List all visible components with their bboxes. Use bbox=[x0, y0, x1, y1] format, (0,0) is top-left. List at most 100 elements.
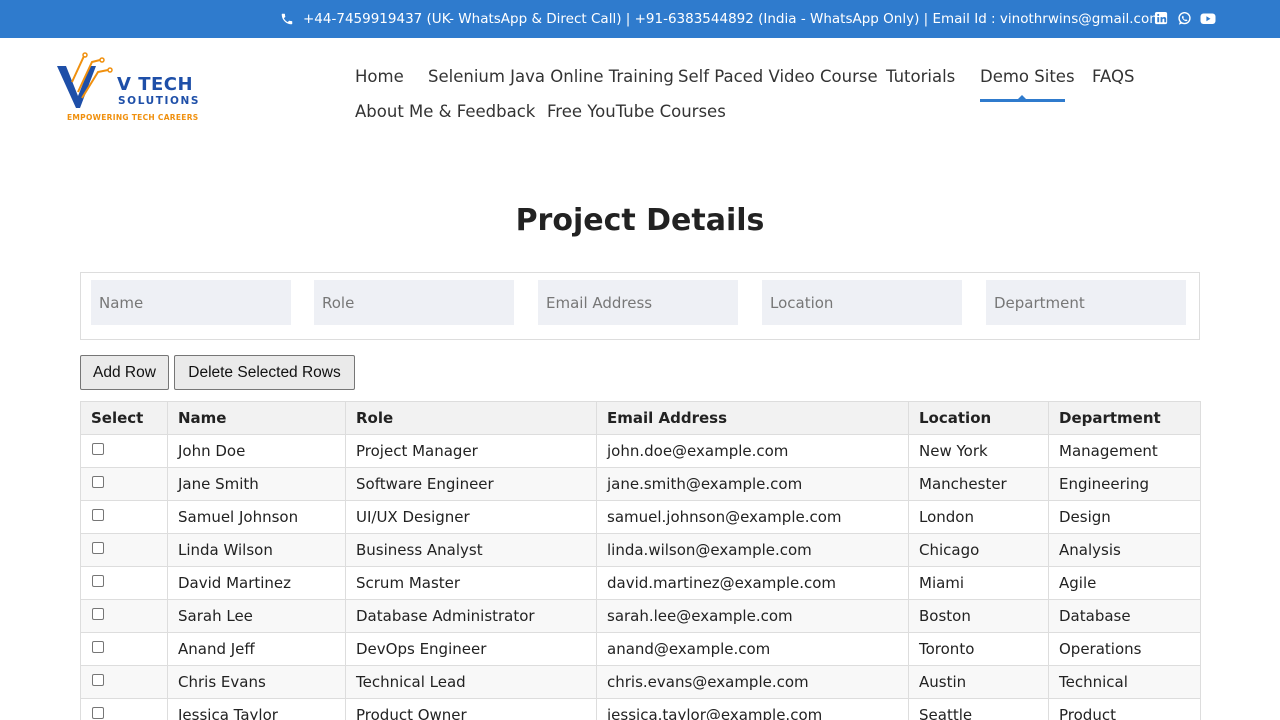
cell-location: Toronto bbox=[908, 632, 1049, 666]
cell-name: Linda Wilson bbox=[167, 533, 346, 567]
row-select-checkbox[interactable] bbox=[92, 640, 104, 653]
cell-department: Engineering bbox=[1048, 467, 1201, 501]
cell-department: Database bbox=[1048, 599, 1201, 633]
select-cell bbox=[80, 632, 168, 666]
table-row: Chris Evans Technical Lead chris.evans@e… bbox=[80, 665, 1201, 699]
header-email: Email Address bbox=[596, 401, 909, 435]
site-logo[interactable]: V TECH SOLUTIONS EMPOWERING TECH CAREERS bbox=[56, 52, 216, 124]
table-row: Anand Jeff DevOps Engineer anand@example… bbox=[80, 632, 1201, 666]
select-cell bbox=[80, 698, 168, 720]
youtube-icon[interactable] bbox=[1200, 11, 1216, 26]
phone-icon bbox=[280, 12, 294, 26]
whatsapp-icon[interactable] bbox=[1177, 11, 1192, 26]
cell-name: Anand Jeff bbox=[167, 632, 346, 666]
header-role: Role bbox=[345, 401, 597, 435]
cell-name: Jane Smith bbox=[167, 467, 346, 501]
row-select-checkbox[interactable] bbox=[92, 442, 104, 455]
cell-name: Jessica Taylor bbox=[167, 698, 346, 720]
logo-subtitle: SOLUTIONS bbox=[118, 95, 201, 107]
nav-about-me-feedback[interactable]: About Me & Feedback bbox=[355, 102, 535, 121]
cell-role: Business Analyst bbox=[345, 533, 597, 567]
select-cell bbox=[80, 665, 168, 699]
header-department: Department bbox=[1048, 401, 1201, 435]
cell-location: Chicago bbox=[908, 533, 1049, 567]
add-row-button[interactable]: Add Row bbox=[80, 355, 169, 390]
cell-email: jane.smith@example.com bbox=[596, 467, 909, 501]
page-title: Project Details bbox=[515, 203, 765, 238]
nav-free-youtube-courses[interactable]: Free YouTube Courses bbox=[547, 102, 726, 121]
header-select: Select bbox=[80, 401, 168, 435]
row-select-checkbox[interactable] bbox=[92, 508, 104, 521]
department-input[interactable] bbox=[986, 280, 1186, 325]
table-row: Samuel Johnson UI/UX Designer samuel.joh… bbox=[80, 500, 1201, 534]
cell-location: London bbox=[908, 500, 1049, 534]
select-cell bbox=[80, 500, 168, 534]
select-cell bbox=[80, 533, 168, 567]
table-row: Jessica Taylor Product Owner jessica.tay… bbox=[80, 698, 1201, 720]
cell-role: Database Administrator bbox=[345, 599, 597, 633]
cell-name: Sarah Lee bbox=[167, 599, 346, 633]
active-nav-underline bbox=[980, 99, 1065, 102]
row-select-checkbox[interactable] bbox=[92, 541, 104, 554]
cell-email: john.doe@example.com bbox=[596, 434, 909, 468]
cell-email: chris.evans@example.com bbox=[596, 665, 909, 699]
cell-role: Product Owner bbox=[345, 698, 597, 720]
select-cell bbox=[80, 434, 168, 468]
contact-text: +44-7459919437 (UK- WhatsApp & Direct Ca… bbox=[303, 11, 1163, 27]
cell-name: John Doe bbox=[167, 434, 346, 468]
top-contact-bar: +44-7459919437 (UK- WhatsApp & Direct Ca… bbox=[0, 0, 1280, 38]
row-select-checkbox[interactable] bbox=[92, 607, 104, 620]
nav-tutorials[interactable]: Tutorials bbox=[886, 67, 955, 86]
cell-email: david.martinez@example.com bbox=[596, 566, 909, 600]
cell-location: Miami bbox=[908, 566, 1049, 600]
cell-department: Product bbox=[1048, 698, 1201, 720]
header-name: Name bbox=[167, 401, 346, 435]
cell-location: Boston bbox=[908, 599, 1049, 633]
linkedin-icon[interactable] bbox=[1154, 11, 1169, 26]
social-links bbox=[1154, 11, 1216, 26]
table-row: Jane Smith Software Engineer jane.smith@… bbox=[80, 467, 1201, 501]
cell-role: Software Engineer bbox=[345, 467, 597, 501]
nav-demo-sites[interactable]: Demo Sites bbox=[980, 67, 1075, 86]
cell-department: Analysis bbox=[1048, 533, 1201, 567]
cell-role: Project Manager bbox=[345, 434, 597, 468]
table-row: David Martinez Scrum Master david.martin… bbox=[80, 566, 1201, 600]
cell-department: Agile bbox=[1048, 566, 1201, 600]
cell-location: Austin bbox=[908, 665, 1049, 699]
table-row: John Doe Project Manager john.doe@exampl… bbox=[80, 434, 1201, 468]
cell-location: New York bbox=[908, 434, 1049, 468]
logo-brand: V TECH bbox=[117, 74, 194, 95]
cell-role: Technical Lead bbox=[345, 665, 597, 699]
nav-self-paced-video-course[interactable]: Self Paced Video Course bbox=[678, 67, 878, 86]
cell-name: Chris Evans bbox=[167, 665, 346, 699]
add-project-form bbox=[80, 272, 1200, 340]
cell-role: UI/UX Designer bbox=[345, 500, 597, 534]
role-input[interactable] bbox=[314, 280, 514, 325]
location-input[interactable] bbox=[762, 280, 962, 325]
cell-email: samuel.johnson@example.com bbox=[596, 500, 909, 534]
logo-tagline: EMPOWERING TECH CAREERS bbox=[67, 113, 199, 122]
row-select-checkbox[interactable] bbox=[92, 673, 104, 686]
row-select-checkbox[interactable] bbox=[92, 706, 104, 719]
select-cell bbox=[80, 599, 168, 633]
cell-department: Technical bbox=[1048, 665, 1201, 699]
delete-selected-rows-button[interactable]: Delete Selected Rows bbox=[174, 355, 355, 390]
row-select-checkbox[interactable] bbox=[92, 574, 104, 587]
project-table: Select Name Role Email Address Location … bbox=[80, 401, 1201, 720]
nav-selenium-java-training[interactable]: Selenium Java Online Training bbox=[428, 67, 674, 86]
table-header-row: Select Name Role Email Address Location … bbox=[80, 401, 1201, 435]
cell-department: Design bbox=[1048, 500, 1201, 534]
nav-home[interactable]: Home bbox=[355, 67, 404, 86]
row-select-checkbox[interactable] bbox=[92, 475, 104, 488]
cell-email: anand@example.com bbox=[596, 632, 909, 666]
email-input[interactable] bbox=[538, 280, 738, 325]
cell-name: David Martinez bbox=[167, 566, 346, 600]
name-input[interactable] bbox=[91, 280, 291, 325]
cell-role: DevOps Engineer bbox=[345, 632, 597, 666]
cell-email: sarah.lee@example.com bbox=[596, 599, 909, 633]
nav-faqs[interactable]: FAQS bbox=[1092, 67, 1134, 86]
select-cell bbox=[80, 467, 168, 501]
header-location: Location bbox=[908, 401, 1049, 435]
logo-mark-icon bbox=[57, 52, 113, 108]
cell-email: linda.wilson@example.com bbox=[596, 533, 909, 567]
